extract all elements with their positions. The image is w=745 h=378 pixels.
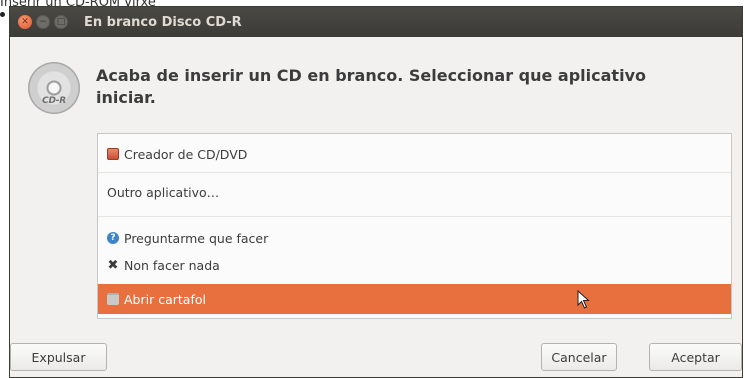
cancel-button[interactable]: Cancelar xyxy=(541,343,617,371)
accept-button[interactable]: Aceptar xyxy=(649,343,742,371)
list-item-other-app[interactable]: Outro aplicativo… xyxy=(98,177,731,207)
question-icon: ? xyxy=(107,232,119,244)
title-bar[interactable]: ✕ − □ En branco Disco CD-R xyxy=(10,7,742,37)
list-item-label: Abrir cartafol xyxy=(124,291,206,307)
folder-icon xyxy=(107,293,119,305)
cd-creator-icon xyxy=(107,148,119,160)
window-title: En branco Disco CD-R xyxy=(84,14,242,30)
x-icon: ✖ xyxy=(107,257,119,273)
maximize-icon[interactable]: □ xyxy=(54,15,68,29)
bullet-marker xyxy=(0,12,5,17)
list-separator xyxy=(98,172,731,173)
list-separator xyxy=(98,216,731,217)
list-item-open-folder[interactable]: Abrir cartafol xyxy=(98,284,731,314)
minimize-icon[interactable]: − xyxy=(36,15,50,29)
list-item-label: Outro aplicativo… xyxy=(107,184,220,200)
list-item-label: Preguntarme que facer xyxy=(124,230,269,246)
list-item-label: Creador de CD/DVD xyxy=(124,146,248,162)
list-item-ask[interactable]: ? Preguntarme que facer xyxy=(98,225,731,251)
list-item-label: Non facer nada xyxy=(124,257,220,273)
close-icon[interactable]: ✕ xyxy=(18,15,32,29)
application-list[interactable]: Creador de CD/DVD Outro aplicativo… ? Pr… xyxy=(97,133,732,319)
dialog-window: ✕ − □ En branco Disco CD-R CD-R Acaba de… xyxy=(9,6,743,378)
dialog-message: Acaba de inserir un CD en branco. Selecc… xyxy=(96,66,646,107)
list-item-cd-creator[interactable]: Creador de CD/DVD xyxy=(98,139,731,169)
cd-r-icon-label: CD-R xyxy=(42,96,66,106)
eject-button[interactable]: Expulsar xyxy=(10,343,107,371)
list-item-do-nothing[interactable]: ✖ Non facer nada xyxy=(98,252,731,278)
cd-r-icon: CD-R xyxy=(28,62,80,114)
mouse-pointer-icon xyxy=(577,290,590,309)
